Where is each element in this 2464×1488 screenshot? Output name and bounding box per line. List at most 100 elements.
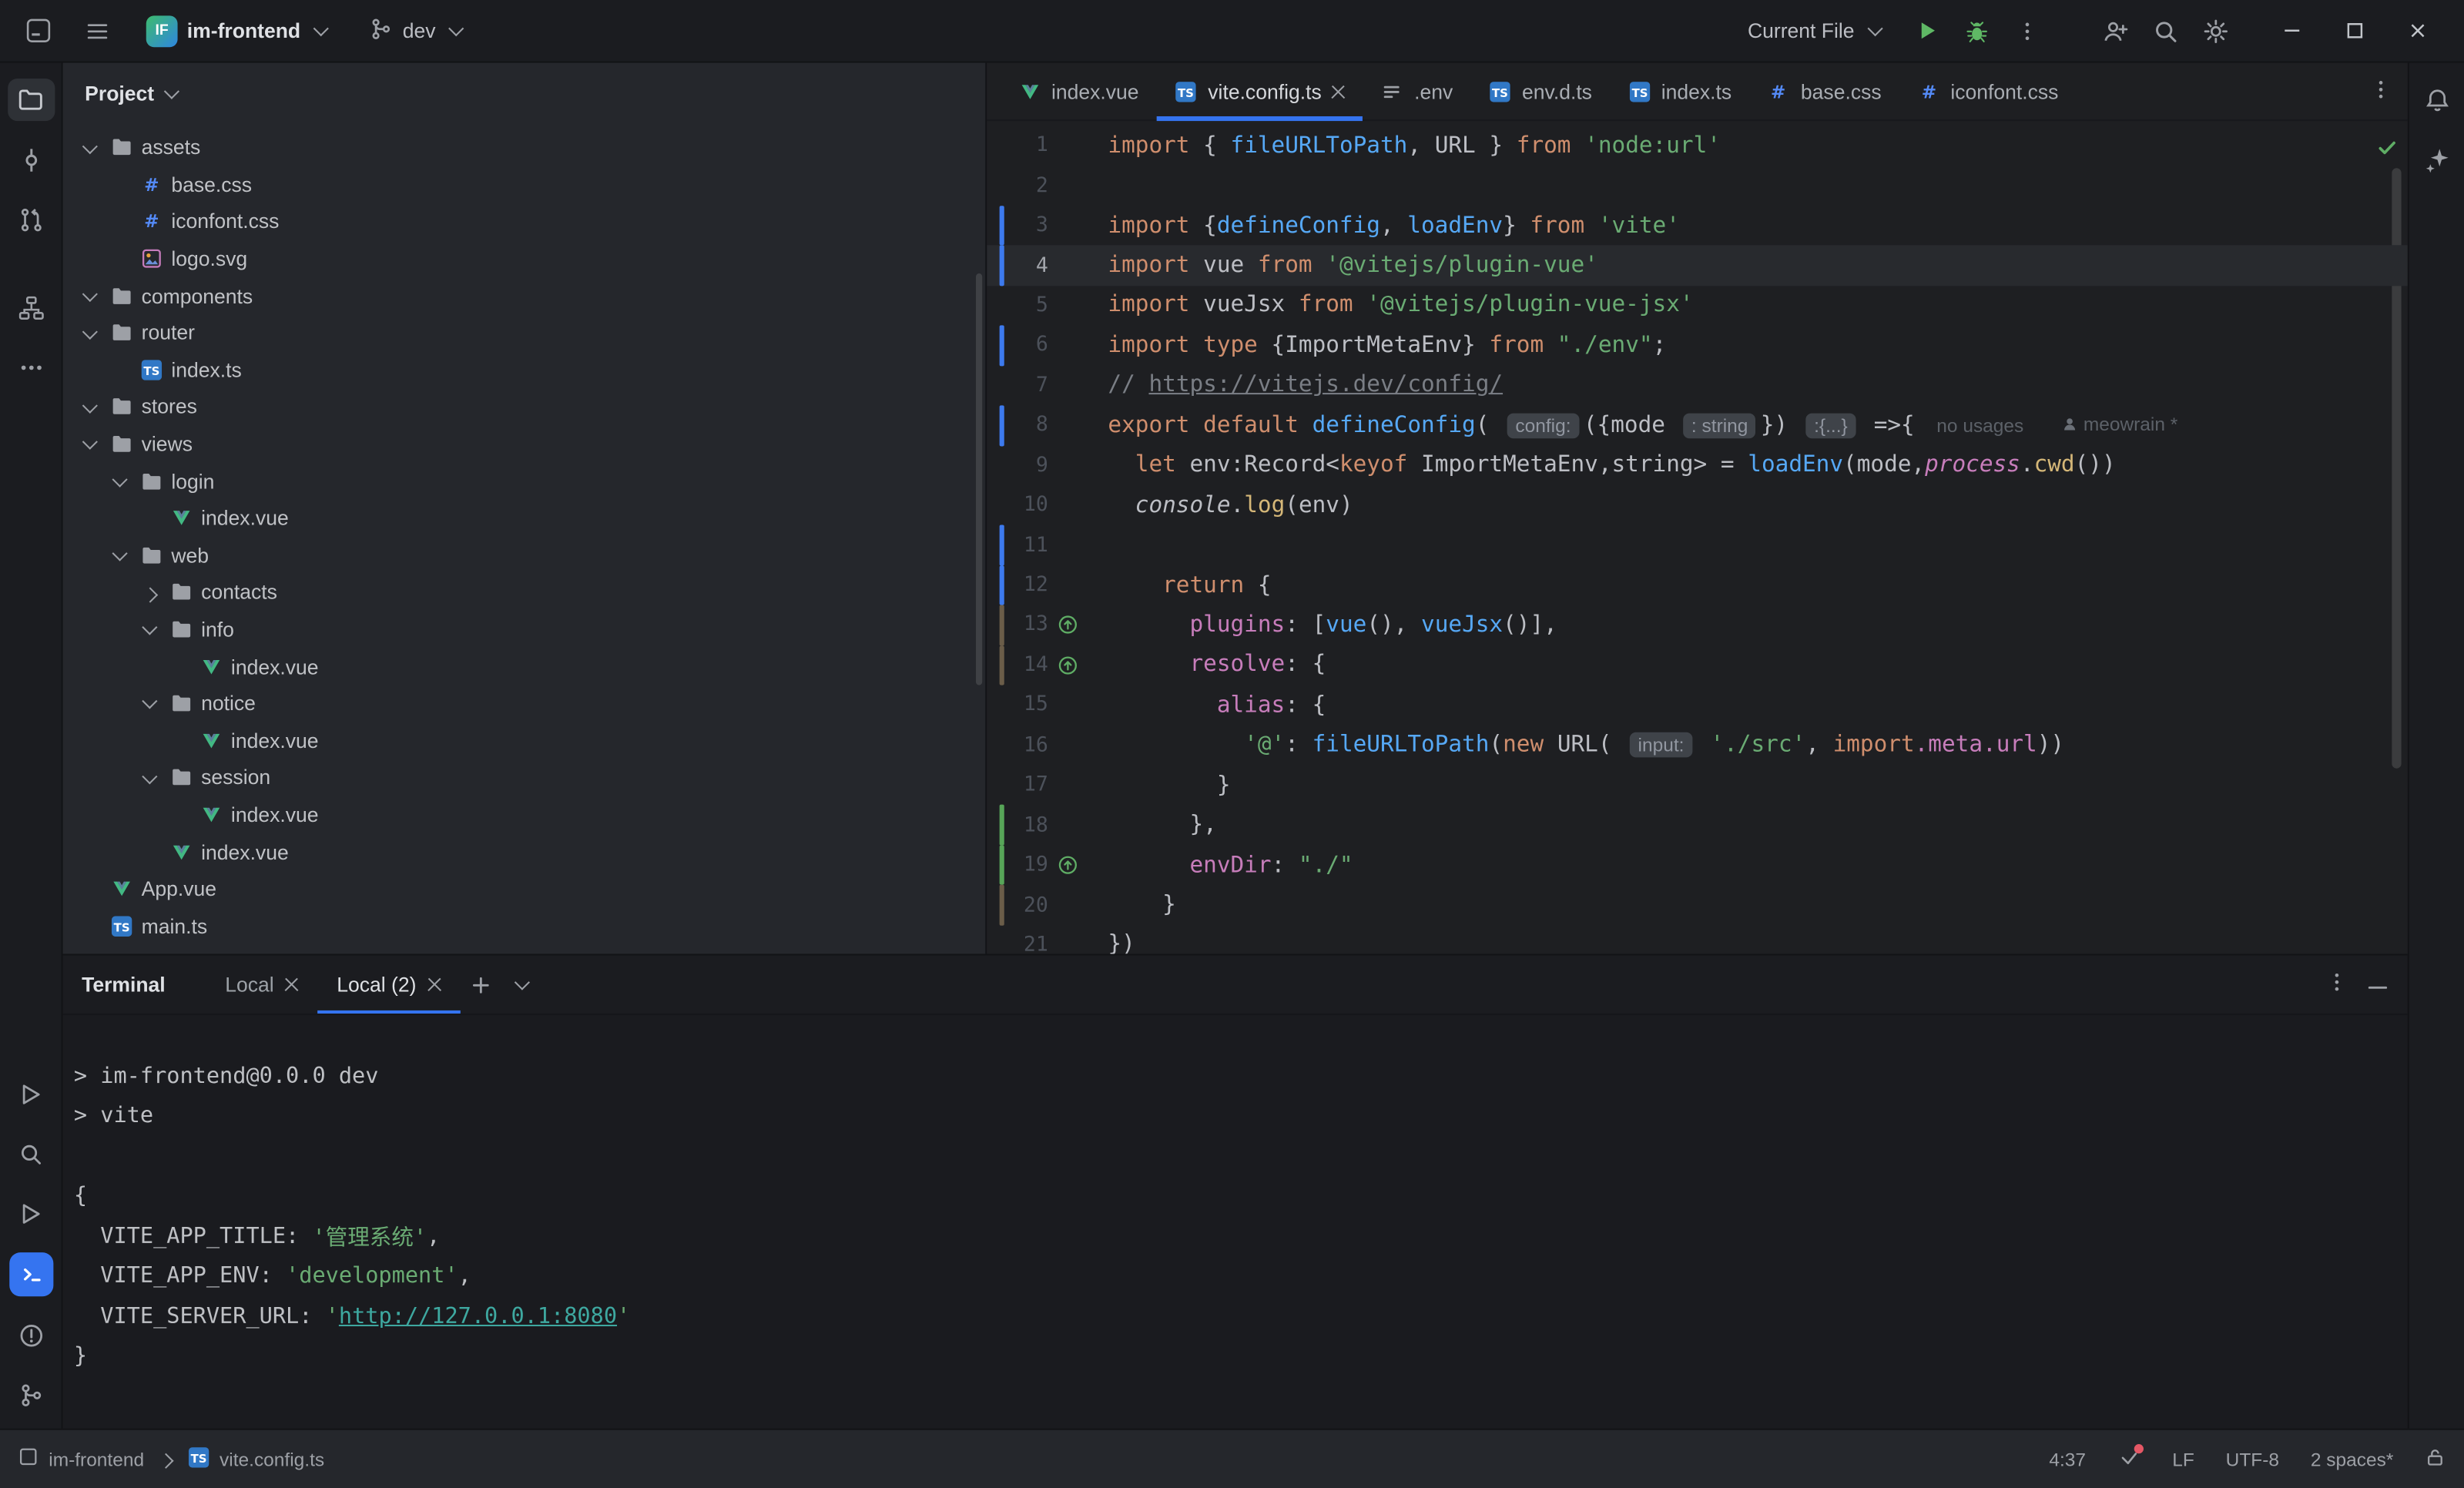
tree-item[interactable]: index.vue — [63, 500, 986, 537]
line-number[interactable]: 21 — [987, 933, 1048, 954]
line-number[interactable]: 17 — [987, 773, 1048, 797]
chevron-down-icon[interactable] — [139, 766, 161, 789]
tab-env-d-ts[interactable]: TSenv.d.ts — [1470, 63, 1610, 119]
chevron-down-icon[interactable] — [79, 136, 101, 159]
readonly-lock-icon[interactable] — [2425, 1446, 2446, 1472]
close-tab-icon[interactable] — [285, 977, 299, 991]
line-number[interactable]: 20 — [987, 893, 1048, 917]
line-number[interactable]: 6 — [987, 333, 1048, 357]
code-with-me-icon[interactable] — [2094, 8, 2137, 52]
terminal-link[interactable]: http://127.0.0.1:8080 — [339, 1304, 617, 1329]
tree-item[interactable]: #iconfont.css — [63, 203, 986, 240]
code-line[interactable]: 6import type {ImportMetaEnv} from "./env… — [987, 326, 2407, 366]
tab--env[interactable]: .env — [1363, 63, 1470, 119]
tree-item[interactable]: info — [63, 611, 986, 648]
chevron-down-icon[interactable] — [139, 692, 161, 715]
commit-tool-icon[interactable] — [7, 139, 54, 181]
tab-options-icon[interactable] — [2370, 78, 2392, 105]
terminal-output[interactable]: > im-frontend@0.0.0 dev> vite{ VITE_APP_… — [63, 1015, 2408, 1429]
code-line[interactable]: 5import vueJsx from '@vitejs/plugin-vue-… — [987, 286, 2407, 326]
chevron-down-icon[interactable] — [79, 285, 101, 307]
tree-scrollbar[interactable] — [976, 273, 982, 685]
code-line[interactable]: 13 plugins: [vue(), vueJsx()], — [987, 605, 2407, 645]
comment-link[interactable]: https://vitejs.dev/config/ — [1148, 373, 1503, 398]
tree-item[interactable]: TSmain.ts — [63, 907, 986, 944]
tree-item[interactable]: #base.css — [63, 166, 986, 203]
line-number[interactable]: 9 — [987, 454, 1048, 478]
line-number[interactable]: 16 — [987, 733, 1048, 757]
code-line[interactable]: 4import vue from '@vitejs/plugin-vue' — [987, 246, 2407, 286]
tree-item[interactable]: components — [63, 277, 986, 314]
code-line[interactable]: 11 — [987, 525, 2407, 565]
code-line[interactable]: 3import {defineConfig, loadEnv} from 'vi… — [987, 206, 2407, 246]
services-tool-icon[interactable] — [7, 1193, 54, 1235]
line-number[interactable]: 8 — [987, 414, 1048, 437]
tree-item[interactable]: App.vue — [63, 870, 986, 907]
line-number[interactable]: 10 — [987, 494, 1048, 518]
tree-item[interactable]: login — [63, 463, 986, 500]
tree-item[interactable]: views — [63, 425, 986, 462]
tab-iconfont-css[interactable]: #iconfont.css — [1899, 63, 2076, 119]
debug-button[interactable] — [1955, 8, 1999, 52]
line-number[interactable]: 5 — [987, 293, 1048, 317]
run-button[interactable] — [1905, 8, 1949, 52]
tab-vite-config-ts[interactable]: TSvite.config.ts — [1156, 63, 1363, 119]
tree-item[interactable]: session — [63, 759, 986, 796]
chevron-down-icon[interactable] — [109, 470, 131, 492]
code-line[interactable]: 18 }, — [987, 806, 2407, 846]
code-line[interactable]: 8export default defineConfig( config:({m… — [987, 406, 2407, 446]
terminal-tab-local-2-[interactable]: Local (2) — [318, 956, 461, 1014]
code-line[interactable]: 15 alias: { — [987, 685, 2407, 726]
line-number[interactable]: 7 — [987, 374, 1048, 397]
caret-position[interactable]: 4:37 — [2049, 1448, 2086, 1470]
line-number[interactable]: 13 — [987, 614, 1048, 638]
line-number[interactable]: 15 — [987, 693, 1048, 717]
tree-item[interactable]: index.vue — [63, 796, 986, 833]
tab-index-vue[interactable]: index.vue — [1000, 63, 1156, 119]
chevron-down-icon[interactable] — [109, 545, 131, 567]
tree-item[interactable]: index.vue — [63, 648, 986, 685]
main-menu-icon[interactable] — [75, 8, 119, 52]
editor-content[interactable]: 1import { fileURLToPath, URL } from 'nod… — [987, 121, 2407, 953]
code-line[interactable]: 14 resolve: { — [987, 645, 2407, 685]
line-number[interactable]: 12 — [987, 574, 1048, 598]
line-number[interactable]: 19 — [987, 853, 1048, 877]
branch-selector[interactable]: dev — [359, 12, 478, 49]
code-line[interactable]: 20 } — [987, 885, 2407, 925]
structure-tool-icon[interactable] — [7, 286, 54, 328]
close-window-icon[interactable] — [2385, 7, 2449, 54]
run-configuration-selector[interactable]: Current File — [1735, 12, 1899, 49]
notifications-bell-icon[interactable] — [2413, 79, 2460, 121]
tab-index-ts[interactable]: TSindex.ts — [1609, 63, 1748, 119]
close-tab-icon[interactable] — [427, 977, 441, 991]
tree-item[interactable]: logo.svg — [63, 240, 986, 277]
chevron-down-icon[interactable] — [79, 433, 101, 455]
code-line[interactable]: 10 console.log(env) — [987, 485, 2407, 525]
indent-setting[interactable]: 2 spaces* — [2311, 1448, 2394, 1470]
tree-item[interactable]: index.vue — [63, 722, 986, 759]
tab-base-css[interactable]: #base.css — [1749, 63, 1899, 119]
search-everywhere-icon[interactable] — [2144, 8, 2187, 52]
settings-gear-icon[interactable] — [2194, 8, 2238, 52]
terminal-dropdown-icon[interactable] — [501, 956, 542, 1014]
code-line[interactable]: 21}) — [987, 925, 2407, 953]
code-line[interactable]: 9 let env:Record<keyof ImportMetaEnv,str… — [987, 445, 2407, 485]
close-tab-icon[interactable] — [1331, 84, 1345, 98]
tree-item[interactable]: notice — [63, 685, 986, 722]
more-tools-icon[interactable] — [7, 346, 54, 388]
tree-item[interactable]: router — [63, 314, 986, 351]
tree-item[interactable]: stores — [63, 388, 986, 425]
chevron-down-icon[interactable] — [139, 618, 161, 641]
code-line[interactable]: 1import { fileURLToPath, URL } from 'nod… — [987, 126, 2407, 166]
line-number[interactable]: 18 — [987, 813, 1048, 837]
chevron-down-icon[interactable] — [79, 322, 101, 344]
tree-item[interactable]: contacts — [63, 574, 986, 611]
tree-item[interactable]: index.vue — [63, 833, 986, 870]
chevron-down-icon[interactable] — [79, 396, 101, 418]
code-line[interactable]: 17 } — [987, 766, 2407, 806]
tree-item[interactable]: TSindex.ts — [63, 351, 986, 388]
gutter-arrow-icon[interactable] — [1048, 655, 1108, 676]
code-line[interactable]: 2 — [987, 166, 2407, 206]
more-actions-icon[interactable] — [2005, 8, 2049, 52]
problems-tool-icon[interactable] — [7, 1314, 54, 1356]
